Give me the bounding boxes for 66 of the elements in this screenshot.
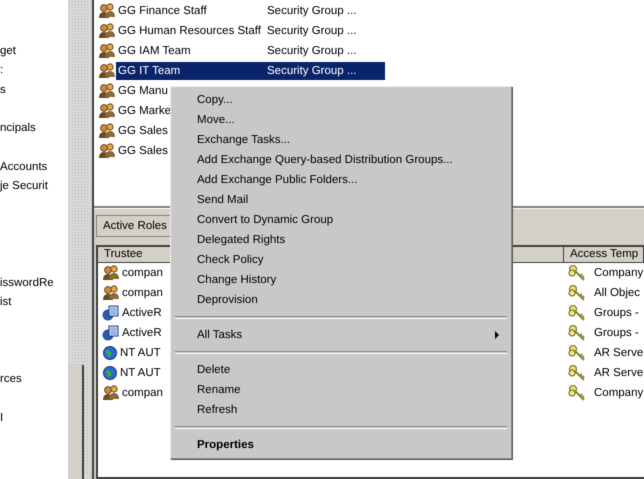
- menu-item[interactable]: Add Exchange Query-based Distribution Groups...: [173, 150, 509, 170]
- globe-document-icon: [102, 305, 120, 321]
- group-name[interactable]: GG Human Resources Staff: [116, 22, 264, 40]
- user-group-icon: [98, 83, 116, 99]
- menu-item[interactable]: Rename: [173, 380, 509, 400]
- tree-item[interactable]: I: [0, 408, 68, 428]
- menu-item[interactable]: Refresh: [173, 400, 509, 420]
- menu-item[interactable]: Add Exchange Public Folders...: [173, 170, 509, 190]
- menu-item[interactable]: All Tasks: [173, 325, 509, 345]
- group-name[interactable]: GG Finance Staff: [116, 2, 264, 20]
- globe-icon: [102, 345, 118, 361]
- trustee-cell: NT AUT: [120, 347, 161, 359]
- tree-item[interactable]: rces: [0, 370, 68, 390]
- trustee-cell: compan: [122, 267, 163, 279]
- tree-item[interactable]: get: [0, 42, 68, 62]
- template-cell: All Objec: [594, 287, 640, 299]
- user-group-icon: [98, 23, 116, 39]
- user-group-icon: [98, 3, 116, 19]
- template-cell: Company: [594, 387, 644, 399]
- group-type: Security Group ...: [266, 4, 358, 19]
- menu-item[interactable]: Check Policy: [173, 250, 509, 270]
- trustee-cell: ActiveR: [122, 327, 162, 339]
- tree-item[interactable]: ncipals: [0, 119, 68, 138]
- user-group-icon: [98, 43, 116, 59]
- user-group-icon: [98, 123, 116, 139]
- menu-item[interactable]: Convert to Dynamic Group: [173, 210, 509, 230]
- menu-item[interactable]: Properties: [173, 435, 509, 455]
- group-type: Security Group ...: [264, 62, 385, 80]
- menu-item[interactable]: Move...: [173, 110, 509, 130]
- submenu-arrow-icon: [495, 331, 499, 339]
- menu-item[interactable]: Exchange Tasks...: [173, 130, 509, 150]
- menu-item[interactable]: Delete: [173, 360, 509, 380]
- group-type: Security Group ...: [266, 24, 358, 39]
- trustee-cell: ActiveR: [122, 307, 162, 319]
- column-header[interactable]: Access Temp: [564, 247, 644, 263]
- user-group-icon: [102, 285, 120, 301]
- trustee-cell: compan: [122, 387, 163, 399]
- user-group-icon: [102, 385, 120, 401]
- tree-item[interactable]: ist: [0, 292, 68, 312]
- group-name[interactable]: GG IT Team: [116, 62, 264, 80]
- user-group-icon: [102, 265, 120, 281]
- tree-item[interactable]: je Securit: [0, 177, 68, 196]
- trustee-cell: compan: [122, 287, 163, 299]
- menu-item[interactable]: Copy...: [173, 90, 509, 110]
- group-type: Security Group ...: [266, 44, 358, 59]
- user-group-icon: [98, 63, 116, 79]
- globe-document-icon: [102, 325, 120, 341]
- template-cell: Groups -: [594, 307, 639, 319]
- user-group-icon: [98, 143, 116, 159]
- template-cell: Company: [594, 267, 644, 279]
- group-name[interactable]: GG IAM Team: [116, 42, 264, 60]
- menu-item[interactable]: Deprovision: [173, 290, 509, 310]
- tree-item[interactable]: s: [0, 80, 68, 100]
- globe-icon: [102, 365, 118, 381]
- trustee-cell: NT AUT: [120, 367, 161, 379]
- template-cell: AR Serve: [594, 367, 644, 379]
- scrollbar[interactable]: [68, 365, 84, 479]
- template-cell: Groups -: [594, 327, 639, 339]
- menu-item[interactable]: Delegated Rights: [173, 230, 509, 250]
- tree-item[interactable]: Accounts: [0, 158, 68, 178]
- menu-item[interactable]: Send Mail: [173, 190, 509, 210]
- user-group-icon: [98, 103, 116, 119]
- menu-item[interactable]: Change History: [173, 270, 509, 290]
- tree-item[interactable]: :: [0, 61, 68, 81]
- tree-item[interactable]: isswordRe: [0, 274, 68, 293]
- template-cell: AR Serve: [594, 347, 644, 359]
